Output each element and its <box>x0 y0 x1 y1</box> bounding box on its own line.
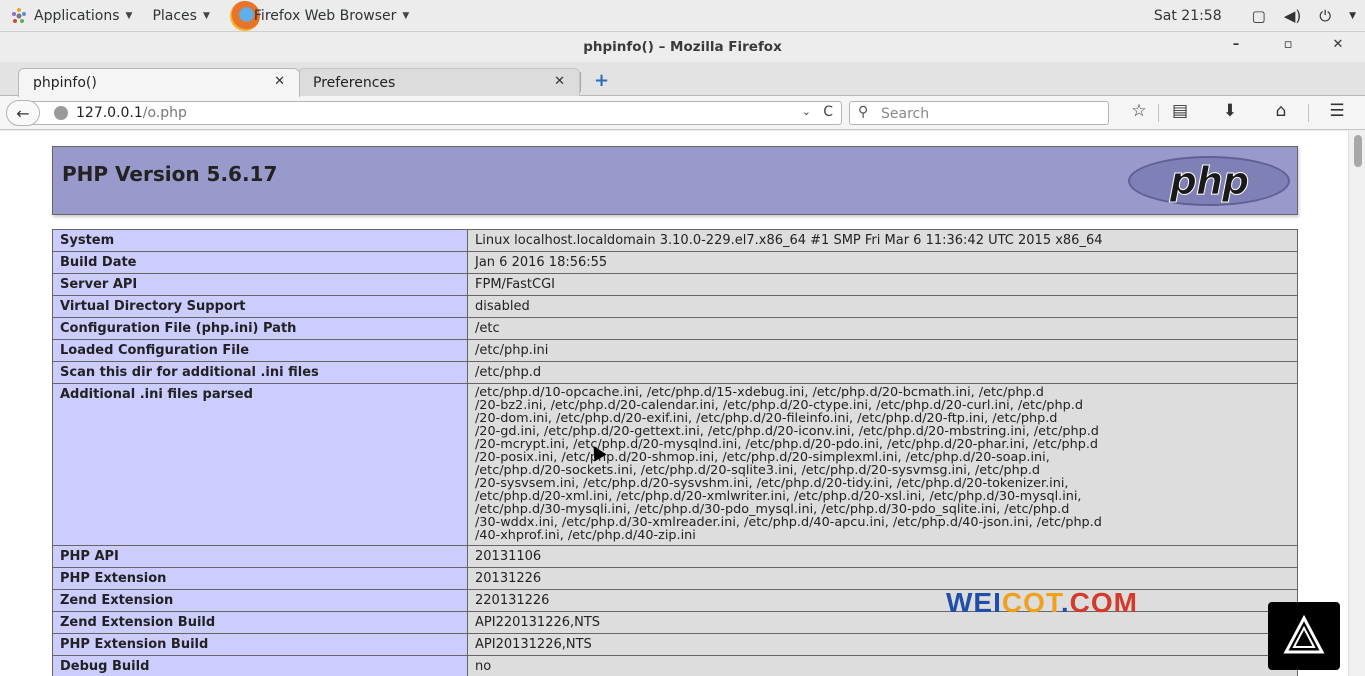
info-key: Virtual Directory Support <box>52 295 468 318</box>
info-key: Debug Build <box>52 655 468 676</box>
table-row: Build Date Jan 6 2016 18:56:55 <box>52 251 1298 274</box>
info-key: PHP Extension <box>52 567 468 590</box>
tab-label: Preferences <box>313 74 396 91</box>
php-version-title: PHP Version 5.6.17 <box>62 162 278 186</box>
info-key: Configuration File (php.ini) Path <box>52 317 468 340</box>
toolbar-separator <box>1158 104 1159 122</box>
table-row: Virtual Directory Support disabled <box>52 295 1298 318</box>
info-value: FPM/FastCGI <box>467 273 1298 296</box>
back-arrow-icon: ← <box>16 103 30 123</box>
hamburger-menu-icon[interactable]: ☰ <box>1324 101 1350 121</box>
window-title-bar: phpinfo() – Mozilla Firefox – ▫ ✕ <box>0 32 1365 62</box>
info-value: /etc/php.ini <box>467 339 1298 362</box>
search-placeholder: Search <box>881 106 930 122</box>
info-key: Additional .ini files parsed <box>52 383 468 546</box>
info-value: 220131226 <box>467 589 1298 612</box>
info-value: API20131226,NTS <box>467 633 1298 656</box>
window-title: phpinfo() – Mozilla Firefox <box>583 39 782 55</box>
info-key: Scan this dir for additional .ini files <box>52 361 468 384</box>
search-icon: ⚲ <box>858 104 869 120</box>
maximize-button[interactable]: ▫ <box>1278 37 1298 52</box>
window-overview-icon[interactable]: ▢ <box>1243 7 1275 25</box>
bookmark-star-icon[interactable]: ☆ <box>1126 101 1152 121</box>
volume-icon[interactable]: ◀) <box>1275 7 1310 25</box>
info-value: API220131226,NTS <box>467 611 1298 634</box>
table-row: Server API FPM/FastCGI <box>52 273 1298 296</box>
table-row: PHP API 20131106 <box>52 545 1298 568</box>
page-content: PHP Version 5.6.17 php System Linux local… <box>0 131 1348 676</box>
info-key: Loaded Configuration File <box>52 339 468 362</box>
table-row: Scan this dir for additional .ini files /… <box>52 361 1298 384</box>
info-value: /etc <box>467 317 1298 340</box>
info-value: 20131226 <box>467 567 1298 590</box>
minimize-button[interactable]: – <box>1226 37 1246 52</box>
php-logo-text: php <box>1169 159 1249 204</box>
power-icon[interactable]: ⏻ <box>1310 7 1340 25</box>
tab-label: phpinfo() <box>33 75 97 91</box>
info-value: 20131106 <box>467 545 1298 568</box>
info-key: Zend Extension Build <box>52 611 468 634</box>
info-value: Jan 6 2016 18:56:55 <box>467 251 1298 274</box>
scrollbar-thumb[interactable] <box>1354 135 1362 167</box>
app-menu-firefox[interactable]: Firefox Web Browser ▼ <box>220 0 419 32</box>
info-key: PHP Extension Build <box>52 633 468 656</box>
info-value: /etc/php.d/10-opcache.ini, /etc/php.d/15… <box>467 383 1298 546</box>
places-label: Places <box>152 7 197 24</box>
info-key: Zend Extension <box>52 589 468 612</box>
chevron-down-icon: ▼ <box>202 10 210 21</box>
table-row: System Linux localhost.localdomain 3.10.0… <box>52 229 1298 252</box>
vertical-scrollbar[interactable] <box>1348 131 1365 676</box>
table-row: Loaded Configuration File/etc/php.ini <box>52 339 1298 362</box>
tab-preferences[interactable]: Preferences ✕ <box>298 68 580 96</box>
new-tab-button[interactable]: + <box>594 70 609 91</box>
home-icon[interactable]: ⌂ <box>1268 101 1294 121</box>
navigation-toolbar: 127.0.0.1/o.php ⌄ C ← ⚲ Search ☆ ▤ ⬇ ⌂ ☰ <box>0 96 1365 130</box>
php-version-header: PHP Version 5.6.17 php <box>52 146 1298 215</box>
back-button[interactable]: ← <box>6 100 40 126</box>
info-value: disabled <box>467 295 1298 318</box>
tab-strip: phpinfo() ✕ Preferences ✕ + <box>0 62 1365 97</box>
url-history-dropdown-icon[interactable]: ⌄ <box>802 105 811 118</box>
url-path: /o.php <box>142 105 187 121</box>
reload-icon[interactable]: C <box>823 104 833 120</box>
table-row: Additional .ini files parsed/etc/php.d/1… <box>52 383 1298 546</box>
close-tab-icon[interactable]: ✕ <box>554 74 565 89</box>
url-bar[interactable]: 127.0.0.1/o.php ⌄ C <box>30 101 842 125</box>
info-key: System <box>52 229 468 252</box>
url-host: 127.0.0.1 <box>76 105 143 121</box>
tab-separator <box>580 72 581 92</box>
applications-label: Applications <box>34 7 120 24</box>
close-window-button[interactable]: ✕ <box>1328 37 1348 52</box>
tab-phpinfo[interactable]: phpinfo() ✕ <box>18 68 300 97</box>
table-row: PHP Extension Build API20131226,NTS <box>52 633 1298 656</box>
corner-badge-logo <box>1268 602 1340 670</box>
toolbar-separator <box>1308 104 1309 122</box>
chevron-down-icon: ▼ <box>125 10 133 21</box>
info-key: Server API <box>52 273 468 296</box>
downloads-icon[interactable]: ⬇ <box>1217 101 1243 121</box>
chevron-down-icon[interactable]: ▼ <box>1340 11 1365 21</box>
info-key: PHP API <box>52 545 468 568</box>
table-row: Configuration File (php.ini) Path/etc <box>52 317 1298 340</box>
info-value: /etc/php.d <box>467 361 1298 384</box>
site-identity-icon[interactable] <box>54 106 68 120</box>
triangle-logo-icon <box>1283 615 1325 654</box>
app-menu-label: Firefox Web Browser <box>253 7 397 24</box>
applications-menu[interactable]: Applications ▼ <box>0 0 142 32</box>
info-value: no <box>467 655 1298 676</box>
search-input[interactable]: ⚲ Search <box>849 101 1109 125</box>
url-text[interactable]: 127.0.0.1/o.php <box>76 105 187 121</box>
applications-icon <box>10 7 28 25</box>
info-value: Linux localhost.localdomain 3.10.0-229.e… <box>467 229 1298 252</box>
info-key: Build Date <box>52 251 468 274</box>
close-tab-icon[interactable]: ✕ <box>274 74 285 89</box>
watermark: WEICOT.COM <box>946 587 1138 618</box>
table-row: Debug Build no <box>52 655 1298 676</box>
places-menu[interactable]: Places ▼ <box>142 0 219 32</box>
bookmarks-list-icon[interactable]: ▤ <box>1167 101 1193 121</box>
chevron-down-icon: ▼ <box>402 10 410 21</box>
php-logo: php <box>1128 156 1290 206</box>
clock[interactable]: Sat 21:58 <box>1145 8 1231 24</box>
system-top-bar: Applications ▼ Places ▼ Firefox Web Brow… <box>0 0 1365 32</box>
